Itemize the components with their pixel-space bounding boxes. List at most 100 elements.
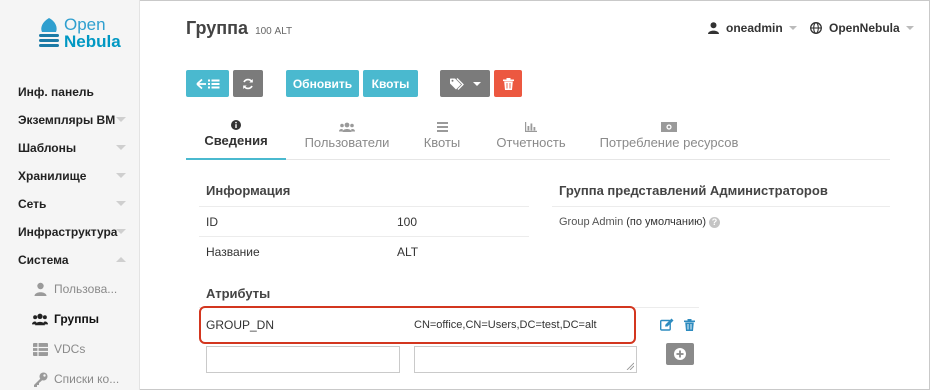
sidebar-nav: Инф. панель Экземпляры ВМ Шаблоны Хранил… (0, 78, 140, 390)
chevron-down-icon (116, 117, 126, 122)
zone-name: OpenNebula (829, 21, 900, 35)
opennebula-logo[interactable]: Open Nebula (30, 14, 130, 54)
back-to-list-button[interactable] (186, 70, 229, 97)
info-key: ID (206, 215, 218, 229)
chevron-up-icon (116, 257, 126, 262)
sidebar-item-label: Хранилище (18, 169, 87, 183)
sidebar-subitem-acls[interactable]: Списки ко... (0, 364, 140, 390)
attributes-heading: Атрибуты (206, 286, 271, 301)
resize-handle-icon[interactable] (626, 362, 634, 370)
page-subtitle: 100 ALT (255, 26, 293, 37)
views-heading: Группа представлений Администраторов (559, 183, 828, 198)
sidebar-subitem-label: Группы (54, 312, 99, 326)
chevron-down-icon (905, 26, 914, 30)
cloud-logo-icon (39, 18, 59, 47)
tab-showback[interactable]: Потребление ресурсов (596, 118, 742, 160)
attribute-value: CN=office,CN=Users,DC=test,DC=alt (414, 319, 597, 331)
tab-label: Пользователи (304, 135, 390, 150)
sidebar-item-storage[interactable]: Хранилище (0, 162, 140, 190)
sidebar-item-label: Система (18, 253, 69, 267)
tab-quotas[interactable]: Квоты (412, 118, 472, 160)
info-value: ALT (397, 245, 419, 259)
chevron-down-icon (472, 81, 481, 86)
info-heading: Информация (206, 183, 291, 198)
sidebar-subitem-vdcs[interactable]: VDCs (0, 334, 140, 364)
chevron-down-icon (116, 145, 126, 150)
view-name: Group Admin (559, 216, 624, 228)
logo-line1: Open (64, 15, 106, 34)
sidebar-item-system[interactable]: Система (0, 246, 140, 274)
detail-tabs: Сведения Пользователи Квоты Отчетность П… (186, 118, 890, 160)
question-circle-icon[interactable]: ? (709, 216, 721, 228)
table-grid-icon (32, 341, 48, 357)
user-icon (708, 22, 719, 34)
sidebar-item-label: Инф. панель (18, 85, 94, 99)
chevron-down-icon (116, 201, 126, 206)
sidebar-item-label: Инфраструктура (18, 225, 118, 239)
edit-attribute-button[interactable] (659, 318, 674, 331)
add-attribute-button[interactable] (666, 343, 694, 365)
plus-circle-icon (674, 348, 686, 360)
tab-accounting[interactable]: Отчетность (490, 118, 572, 160)
view-default-label: (по умолчанию) (626, 216, 707, 228)
attribute-key: GROUP_DN (206, 318, 275, 332)
tab-info[interactable]: Сведения (186, 118, 286, 160)
sidebar-subitem-label: VDCs (54, 342, 86, 356)
new-attribute-key-input[interactable] (206, 346, 400, 373)
sidebar-item-label: Экземпляры ВМ (18, 113, 116, 127)
page-title: Группа 100 ALT (186, 18, 292, 39)
globe-icon (810, 22, 822, 34)
sidebar: Open Nebula Инф. панель Экземпляры ВМ Ша… (0, 0, 140, 390)
delete-attribute-button[interactable] (684, 318, 696, 331)
attribute-row-highlighted: GROUP_DN CN=office,CN=Users,DC=test,DC=a… (199, 306, 636, 344)
quotas-button[interactable]: Квоты (363, 70, 418, 97)
sidebar-subitem-label: Списки ко... (54, 372, 120, 386)
zone-menu[interactable]: OpenNebula (810, 21, 914, 35)
user-icon (32, 281, 48, 297)
logo-text: Open Nebula (64, 16, 121, 50)
update-button[interactable]: Обновить (286, 70, 359, 97)
sidebar-item-label: Шаблоны (18, 141, 77, 155)
labels-dropdown-button[interactable] (440, 70, 490, 97)
users-group-icon (32, 311, 48, 327)
tags-icon (449, 77, 464, 90)
info-key: Название (206, 245, 260, 259)
refresh-icon (243, 78, 253, 89)
tab-label: Сведения (204, 133, 268, 148)
sidebar-item-network[interactable]: Сеть (0, 190, 140, 218)
new-attribute-value-textarea[interactable] (414, 346, 637, 373)
bar-chart-icon (525, 121, 537, 133)
info-circle-icon (231, 119, 241, 131)
sidebar-item-dashboard[interactable]: Инф. панель (0, 78, 140, 106)
tab-label: Квоты (423, 135, 461, 150)
views-row: Group Admin (по умолчанию) ? (552, 206, 890, 236)
tab-label: Отчетность (496, 135, 566, 150)
chevron-down-icon (116, 229, 126, 234)
info-value: 100 (397, 215, 418, 229)
refresh-button[interactable] (233, 70, 263, 97)
delete-button[interactable] (494, 70, 522, 97)
user-name: oneadmin (726, 21, 783, 35)
sidebar-subitem-users[interactable]: Пользова... (0, 274, 140, 304)
trash-icon (684, 319, 695, 331)
chevron-down-icon (116, 173, 126, 178)
page-title-text: Группа (186, 18, 249, 38)
key-icon (32, 371, 48, 387)
sidebar-item-vms[interactable]: Экземпляры ВМ (0, 106, 140, 134)
info-row-id: ID 100 (199, 206, 529, 236)
sidebar-item-infrastructure[interactable]: Инфраструктура (0, 218, 140, 246)
back-list-icon (195, 78, 219, 89)
tab-label: Потребление ресурсов (599, 135, 739, 150)
info-row-name: Название ALT (199, 236, 529, 266)
tasks-list-icon (436, 121, 448, 133)
sidebar-subitem-label: Пользова... (54, 282, 118, 296)
money-icon (661, 121, 677, 133)
sidebar-item-label: Сеть (18, 197, 47, 211)
users-group-icon (339, 121, 355, 133)
sidebar-item-templates[interactable]: Шаблоны (0, 134, 140, 162)
user-menu[interactable]: oneadmin (708, 21, 797, 35)
edit-icon (659, 318, 674, 331)
sidebar-subitem-groups[interactable]: Группы (0, 304, 140, 334)
tab-users[interactable]: Пользователи (298, 118, 396, 160)
logo-line2: Nebula (64, 32, 121, 51)
